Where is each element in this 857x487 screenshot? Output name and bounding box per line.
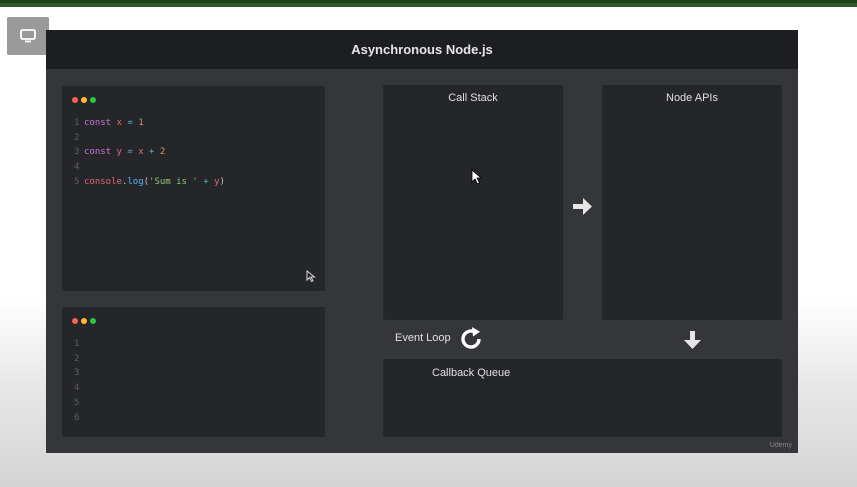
code-token: const xyxy=(84,147,112,158)
callback-queue-panel: Callback Queue xyxy=(383,359,782,437)
window-controls xyxy=(72,318,99,324)
terminal-line: 1 xyxy=(74,338,84,350)
code-line: 5 console.log('Sum is ' + y) xyxy=(74,176,225,188)
minimize-dot xyxy=(81,318,87,324)
terminal-panel: 1 2 3 4 5 6 xyxy=(62,307,325,437)
code-token: log xyxy=(127,176,144,187)
code-token: ) xyxy=(219,176,225,187)
code-token: console xyxy=(84,176,122,187)
maximize-dot xyxy=(90,97,96,103)
slide-title: Asynchronous Node.js xyxy=(46,30,798,69)
code-editor-panel: 1 const x = 1 2 3 const y = x + 2 4 5 console.l… xyxy=(62,86,325,291)
monitor-icon xyxy=(20,29,36,43)
line-number: 2 xyxy=(74,353,80,364)
top-bar xyxy=(0,0,857,7)
line-number: 3 xyxy=(74,147,80,158)
code-token: y xyxy=(111,147,128,158)
slide: Asynchronous Node.js 1 const x = 1 2 3 const… xyxy=(46,30,798,453)
minimize-dot xyxy=(81,97,87,103)
line-number: 2 xyxy=(74,132,80,143)
udemy-watermark: Udemy xyxy=(769,442,792,449)
code-line: 4 xyxy=(74,161,84,173)
line-number: 3 xyxy=(74,368,80,379)
top-bar-edge xyxy=(0,0,857,3)
line-number: 5 xyxy=(74,397,80,408)
call-stack-title: Call Stack xyxy=(448,92,498,104)
screen-share-button[interactable] xyxy=(7,17,49,55)
mouse-pointer-icon xyxy=(471,169,482,185)
mouse-cursor-icon xyxy=(306,270,316,283)
code-token: 1 xyxy=(132,118,144,128)
code-line: 1 const x = 1 xyxy=(74,117,144,129)
arrow-down-icon xyxy=(684,331,701,349)
line-number: 1 xyxy=(74,339,80,349)
code-token: const xyxy=(84,118,112,128)
call-stack-panel: Call Stack xyxy=(383,85,563,320)
close-dot xyxy=(72,97,78,103)
event-loop-label: Event Loop xyxy=(395,332,451,344)
code-token: 'Sum is ' xyxy=(149,176,198,187)
terminal-line: 6 xyxy=(74,412,84,424)
terminal-line: 2 xyxy=(74,353,84,365)
code-token: x xyxy=(111,118,128,128)
close-dot xyxy=(72,318,78,324)
node-apis-title: Node APIs xyxy=(666,92,718,104)
line-number: 5 xyxy=(74,176,80,187)
refresh-icon xyxy=(461,327,481,349)
line-number: 4 xyxy=(74,383,80,394)
maximize-dot xyxy=(90,318,96,324)
code-token: 2 xyxy=(154,147,166,158)
code-line: 3 const y = x + 2 xyxy=(74,146,165,158)
window-controls xyxy=(72,97,99,103)
code-line: 2 xyxy=(74,132,84,144)
code-token: + xyxy=(197,176,215,187)
terminal-line: 3 xyxy=(74,367,84,379)
line-number: 1 xyxy=(74,118,80,128)
code-token: x xyxy=(132,147,150,158)
terminal-line: 5 xyxy=(74,397,84,409)
terminal-line: 4 xyxy=(74,382,84,394)
arrow-right-icon xyxy=(573,198,592,215)
callback-queue-title: Callback Queue xyxy=(432,367,511,379)
line-number: 4 xyxy=(74,162,80,173)
line-number: 6 xyxy=(74,412,80,423)
node-apis-panel: Node APIs xyxy=(602,85,782,320)
